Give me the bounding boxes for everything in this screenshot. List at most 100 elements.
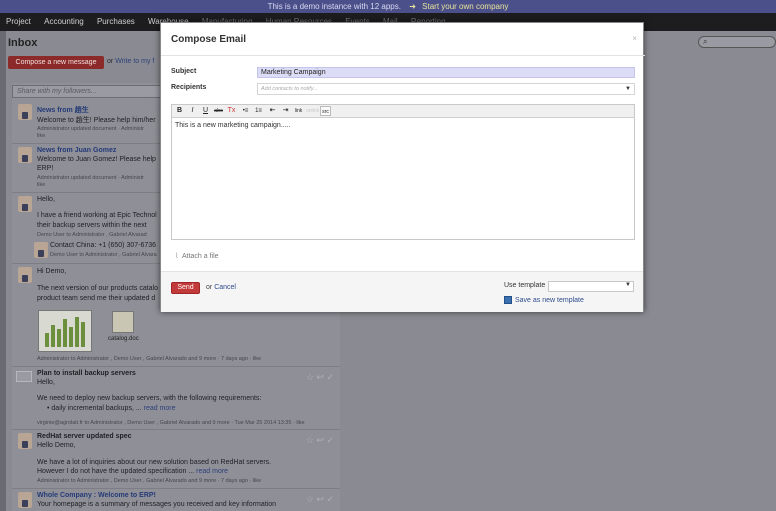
or-cancel: or Cancel — [206, 284, 236, 291]
recipients-label: Recipients — [171, 84, 207, 91]
dialog-title: Compose Email — [171, 34, 247, 45]
message-body: I have a friend working at Epic Technol — [37, 212, 157, 219]
read-more-link[interactable]: read more — [144, 405, 176, 412]
message-title: Hi Demo, — [37, 268, 67, 275]
cancel-button[interactable]: Cancel — [214, 284, 236, 291]
body-text: However I do not have the updated specif… — [37, 468, 195, 475]
chart-attachment-thumbnail[interactable] — [38, 310, 92, 352]
attach-file-label: Attach a file — [181, 253, 219, 260]
save-template-label: Save as new template — [515, 296, 584, 304]
star-reply-done-icons[interactable]: ☆ ↩ ✓ — [306, 494, 334, 505]
save-template-button[interactable]: Save as new template — [504, 296, 584, 304]
message-title[interactable]: News from Juan Gomez — [37, 147, 116, 154]
like-link[interactable]: like — [37, 182, 45, 188]
or-text: or — [107, 58, 114, 65]
unlink-icon[interactable]: unlink — [306, 106, 319, 116]
reply-text: Contact China: +1 (650) 307-6736 — [50, 242, 157, 249]
underline-button[interactable]: U — [200, 106, 211, 116]
message-body: The next version of our products catalo — [37, 285, 159, 292]
read-more-link[interactable]: read more — [196, 468, 228, 475]
avatar — [18, 196, 32, 212]
menu-item-accounting[interactable]: Accounting — [44, 17, 84, 26]
message-body: Welcome to 趙生! Please help him/her — [37, 117, 156, 124]
attachment-name[interactable]: catalog.doc — [108, 336, 139, 342]
message-body: Your homepage is a summary of messages y… — [37, 501, 277, 508]
attach-file-button[interactable]: ⌇ Attach a file — [175, 252, 219, 260]
page-title: Inbox — [8, 37, 38, 49]
recipients-placeholder: Add contacts to notify... — [261, 86, 318, 92]
close-icon[interactable]: × — [632, 34, 637, 43]
message-meta: virginie@agrolait.fr to Administrator , … — [37, 420, 305, 426]
source-code-icon[interactable]: src — [320, 106, 331, 116]
message-body: We have a lot of inquiries about our new… — [37, 459, 272, 466]
strikethrough-button[interactable]: abc — [213, 106, 224, 116]
bullet-text: daily incremental backups, ... — [51, 405, 142, 412]
dialog-footer: Send or Cancel Use template ▼ Save as ne… — [161, 271, 643, 312]
bold-button[interactable]: B — [174, 106, 185, 116]
numbered-list-button[interactable]: 1≡ — [253, 106, 264, 116]
recipients-field[interactable]: Add contacts to notify... ▼ — [257, 83, 635, 95]
message-body: Hello Demo, — [37, 442, 76, 449]
message-meta: Administrator to Administrator , Demo Us… — [37, 356, 262, 362]
document-icon[interactable] — [112, 311, 134, 333]
message-body: Hello, — [37, 379, 55, 386]
chevron-down-icon[interactable]: ▼ — [625, 84, 631, 95]
message-title[interactable]: RedHat server updated spec — [37, 433, 132, 440]
compose-message-button[interactable]: Compose a new message — [8, 56, 104, 69]
message-title: Hello, — [37, 196, 55, 203]
start-company-link[interactable]: Start your own company — [422, 2, 508, 11]
search-icon: ⌕ — [703, 37, 708, 46]
remove-format-button[interactable]: Tx — [226, 106, 237, 116]
save-icon — [504, 296, 512, 304]
paperclip-icon: ⌇ — [175, 253, 179, 260]
editor-toolbar: B I U abc Tx •≡ 1≡ ⇤ ⇥ link unlink src — [172, 105, 634, 118]
message-title[interactable]: News from 趙生 — [37, 105, 89, 115]
write-to-followers: or Write to my f — [107, 58, 154, 65]
share-input[interactable]: Share with my followers... — [12, 85, 162, 98]
message-meta: Administrator updated document · Adminis… — [37, 126, 144, 132]
write-followers-link[interactable]: Write to my f — [115, 58, 154, 65]
subject-field[interactable]: Marketing Campaign — [257, 67, 635, 78]
italic-button[interactable]: I — [187, 106, 198, 116]
compose-email-dialog: Compose Email × Subject Marketing Campai… — [160, 22, 645, 312]
message-meta: Administrator updated document · Adminis… — [37, 175, 144, 181]
message-body: Welcome to Juan Gomez! Please help — [37, 156, 156, 163]
template-select[interactable]: ▼ — [548, 281, 634, 292]
search-input[interactable]: ⌕ — [698, 36, 776, 48]
menu-item-purchases[interactable]: Purchases — [97, 17, 135, 26]
bullet-list-button[interactable]: •≡ — [240, 106, 251, 116]
link-icon[interactable]: link — [293, 106, 304, 116]
message-body-text[interactable]: This is a new marketing campaign..... — [175, 122, 291, 129]
subject-label: Subject — [171, 68, 197, 75]
indent-button[interactable]: ⇥ — [280, 106, 291, 116]
avatar — [18, 147, 32, 163]
message-title[interactable]: Whole Company : Welcome to ERP! — [37, 492, 156, 499]
menu-item-project[interactable]: Project — [6, 17, 31, 26]
banner-text: This is a demo instance with 12 apps. — [267, 2, 401, 11]
avatar — [18, 267, 32, 283]
message-meta: Demo User to Administrator , Gabriel Alv… — [37, 232, 147, 238]
or-text: or — [206, 284, 213, 291]
list-item[interactable]: Whole Company : Welcome to ERP! Your hom… — [12, 490, 340, 511]
chevron-down-icon[interactable]: ▼ — [625, 282, 631, 288]
envelope-icon — [16, 371, 32, 382]
star-reply-done-icons[interactable]: ☆ ↩ ✓ — [306, 372, 334, 383]
avatar — [34, 242, 48, 258]
star-reply-done-icons[interactable]: ☆ ↩ ✓ — [306, 435, 334, 446]
rich-text-editor[interactable]: B I U abc Tx •≡ 1≡ ⇤ ⇥ link unlink src T… — [171, 104, 635, 240]
avatar — [18, 492, 32, 508]
message-body: We need to deploy new backup servers, wi… — [37, 395, 262, 402]
message-title[interactable]: Plan to install backup servers — [37, 370, 136, 377]
message-meta: Demo User to Administrator , Gabriel Alv… — [50, 252, 157, 258]
send-button[interactable]: Send — [171, 282, 200, 294]
outdent-button[interactable]: ⇤ — [267, 106, 278, 116]
avatar — [18, 104, 32, 120]
message-meta: Administrator to Administrator , Demo Us… — [37, 478, 262, 484]
list-item[interactable]: RedHat server updated spec Hello Demo, W… — [12, 431, 340, 489]
avatar — [18, 433, 32, 449]
list-item[interactable]: Plan to install backup servers Hello, We… — [12, 368, 340, 430]
message-body: product team send me their updated d — [37, 295, 156, 302]
like-link[interactable]: like — [37, 133, 45, 139]
use-template-label: Use template — [504, 282, 546, 289]
message-bullet: • daily incremental backups, ... read mo… — [47, 405, 176, 412]
